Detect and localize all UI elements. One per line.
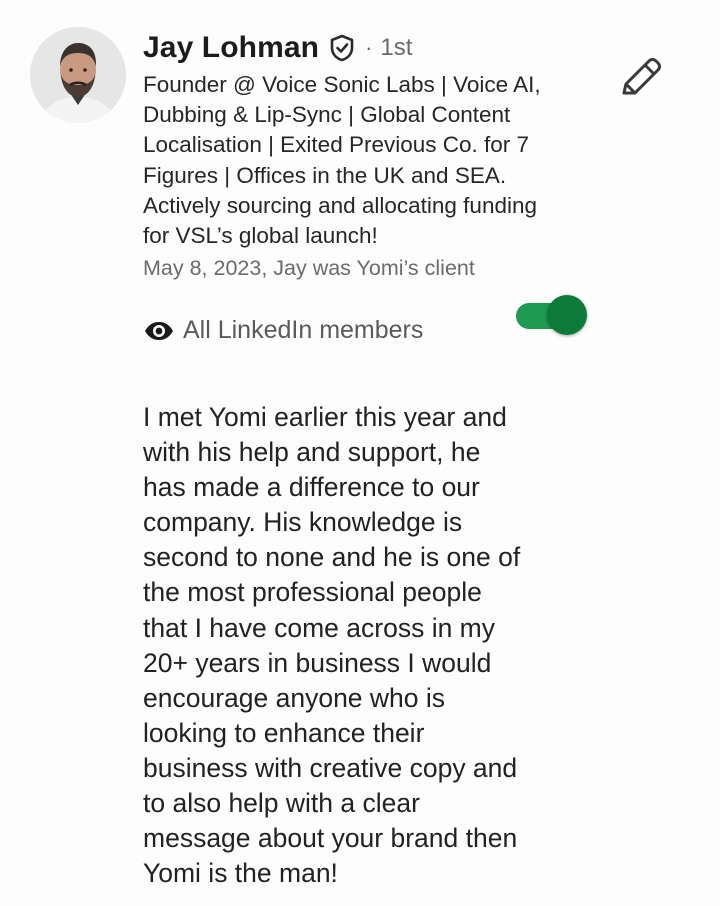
visibility-row: All LinkedIn members [143,316,423,345]
recommendation-line: has made a difference to our [143,472,480,503]
headline-line: Localisation | Exited Previous Co. for 7 [143,132,530,158]
verified-shield-icon [329,34,355,62]
recommendation-line: I met Yomi earlier this year and [143,402,507,432]
visibility-toggle[interactable] [515,295,589,337]
recommendation-line: the most professional people [143,577,482,608]
recommendation-line: business with creative copy and [143,752,518,783]
recommendation-card: Jay Lohman · 1st Founder @ Voice Sonic L… [0,0,720,906]
headline-line: Actively sourcing and allocating funding [143,192,537,218]
recommendation-line: encourage anyone who is [143,682,446,713]
relationship-meta: May 8, 2023, Jay was Yomi’s client [143,256,475,281]
profile-photo [30,27,126,123]
eye-icon [143,320,175,342]
connection-separator: · [365,35,373,60]
headline-line: Founder @ Voice Sonic Labs | Voice AI, [143,72,541,97]
toggle-thumb [547,295,587,335]
name-row: Jay Lohman · 1st [143,28,603,68]
recommendation-line: with his help and support, he [143,437,481,468]
recommender-headline: Founder @ Voice Sonic Labs | Voice AI, D… [143,70,603,251]
recommendation-line: 20+ years in business I would [143,647,492,678]
edit-button[interactable] [618,55,664,97]
recommendation-line: to also help with a clear [143,788,420,819]
headline-line: for VSL’s global launch! [143,223,378,249]
recommendation-line: looking to enhance their [143,717,425,748]
visibility-label: All LinkedIn members [183,316,424,344]
connection-degree: 1st [380,34,413,61]
recommendation-line: Yomi is the man! [143,858,338,889]
recommendation-line: second to none and he is one of [143,542,521,573]
headline-line: Dubbing & Lip-Sync | Global Content [143,102,511,128]
recommender-header: Jay Lohman · 1st Founder @ Voice Sonic L… [143,28,603,283]
recommendation-text: I met Yomi earlier this year and with hi… [143,400,573,891]
recommendation-line: company. His knowledge is [143,507,463,538]
recommendation-line: message about your brand then [143,823,518,854]
avatar[interactable] [30,27,126,123]
recommendation-line: that I have come across in my [143,612,496,643]
recommender-name[interactable]: Jay Lohman [143,31,319,65]
headline-line: Figures | Offices in the UK and SEA. [143,162,507,188]
pencil-icon [622,58,661,95]
